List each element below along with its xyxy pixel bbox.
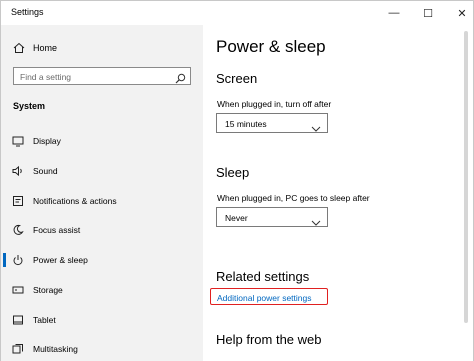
search-input[interactable]: Find a setting bbox=[13, 67, 191, 85]
sidebar-item-tablet[interactable]: Tablet bbox=[1, 309, 203, 331]
sidebar-item-power-sleep[interactable]: Power & sleep bbox=[1, 249, 203, 271]
sidebar-item-label: Sound bbox=[33, 166, 58, 176]
title-bar: Settings — ☐ ✕ bbox=[1, 1, 473, 25]
window-title: Settings bbox=[11, 7, 44, 17]
sidebar-item-label: Focus assist bbox=[33, 225, 81, 235]
sidebar-item-sound[interactable]: Sound bbox=[1, 160, 203, 182]
focus-assist-icon bbox=[12, 224, 24, 236]
tablet-icon bbox=[12, 314, 24, 326]
maximize-button[interactable]: ☐ bbox=[413, 1, 443, 25]
sidebar-item-label: Display bbox=[33, 136, 61, 146]
sidebar-item-storage[interactable]: Storage bbox=[1, 279, 203, 301]
sleep-timeout-value: Never bbox=[225, 213, 248, 223]
sound-icon bbox=[12, 165, 24, 177]
sidebar-item-label: Notifications & actions bbox=[33, 196, 117, 206]
chevron-down-icon bbox=[311, 120, 321, 132]
screen-timeout-value: 15 minutes bbox=[225, 119, 267, 129]
page-title: Power & sleep bbox=[216, 37, 326, 56]
sidebar-section-system: System bbox=[13, 101, 46, 111]
maximize-icon: ☐ bbox=[423, 7, 433, 20]
sidebar: Home Find a setting System Display Sound bbox=[1, 25, 203, 361]
minimize-icon: — bbox=[388, 7, 400, 19]
sleep-timeout-dropdown[interactable]: Never bbox=[216, 207, 328, 227]
notifications-icon bbox=[12, 195, 24, 207]
main-content: Power & sleep Screen When plugged in, tu… bbox=[203, 25, 473, 361]
sidebar-item-home[interactable]: Home bbox=[13, 41, 57, 55]
scrollbar[interactable] bbox=[464, 31, 468, 323]
home-icon bbox=[13, 42, 25, 54]
home-label: Home bbox=[33, 43, 58, 53]
sidebar-item-notifications[interactable]: Notifications & actions bbox=[1, 190, 203, 212]
active-indicator bbox=[3, 253, 6, 267]
storage-icon bbox=[12, 284, 24, 296]
sleep-heading: Sleep bbox=[216, 165, 250, 180]
power-icon bbox=[12, 254, 24, 266]
help-heading: Help from the web bbox=[216, 332, 322, 347]
close-button[interactable]: ✕ bbox=[447, 1, 474, 25]
settings-window: Settings — ☐ ✕ Home Find a setting Syste… bbox=[0, 0, 474, 361]
sidebar-item-display[interactable]: Display bbox=[1, 130, 203, 152]
sidebar-item-label: Tablet bbox=[33, 315, 56, 325]
sidebar-item-label: Power & sleep bbox=[33, 255, 88, 265]
sidebar-item-label: Multitasking bbox=[33, 344, 78, 354]
chevron-down-icon bbox=[311, 214, 321, 226]
close-icon: ✕ bbox=[457, 7, 467, 20]
minimize-button[interactable]: — bbox=[379, 1, 409, 25]
screen-heading: Screen bbox=[216, 71, 258, 86]
search-placeholder: Find a setting bbox=[20, 72, 72, 82]
additional-power-settings-link[interactable]: Additional power settings bbox=[217, 293, 312, 303]
screen-label: When plugged in, turn off after bbox=[217, 99, 332, 109]
search-icon[interactable] bbox=[175, 71, 186, 84]
sleep-label: When plugged in, PC goes to sleep after bbox=[217, 193, 370, 203]
sidebar-item-multitasking[interactable]: Multitasking bbox=[1, 338, 203, 360]
related-settings-heading: Related settings bbox=[216, 269, 310, 284]
sidebar-item-focus-assist[interactable]: Focus assist bbox=[1, 219, 203, 241]
display-icon bbox=[12, 135, 24, 147]
sidebar-item-label: Storage bbox=[33, 285, 63, 295]
multitasking-icon bbox=[12, 343, 24, 355]
screen-timeout-dropdown[interactable]: 15 minutes bbox=[216, 113, 328, 133]
